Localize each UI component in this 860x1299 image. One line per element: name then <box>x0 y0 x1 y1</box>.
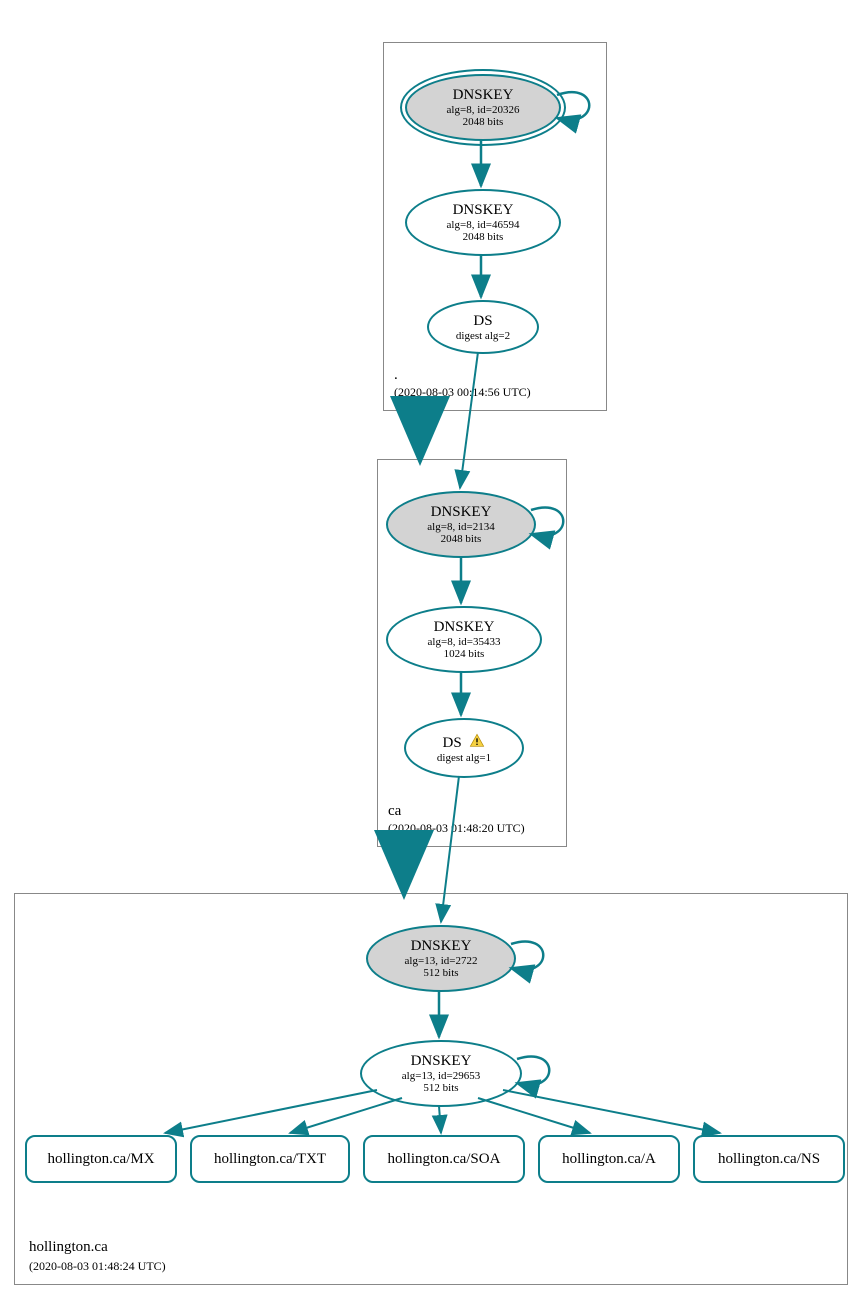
zone-leaf-time: (2020-08-03 01:48:24 UTC) <box>29 1259 166 1274</box>
node-line1: alg=8, id=46594 <box>447 219 520 231</box>
zone-leaf-label: hollington.ca <box>29 1239 108 1256</box>
warning-icon <box>469 733 485 749</box>
zone-ca-label: ca <box>388 803 401 820</box>
node-title: DS <box>473 313 492 330</box>
node-line1: alg=13, id=29653 <box>402 1070 480 1082</box>
node-line1: alg=8, id=20326 <box>447 104 520 116</box>
zone-root-time: (2020-08-03 00:14:56 UTC) <box>394 385 531 400</box>
node-line1: alg=8, id=2134 <box>427 521 494 533</box>
node-leaf-ksk: DNSKEY alg=13, id=2722 512 bits <box>366 925 516 992</box>
node-line1: alg=8, id=35433 <box>428 636 501 648</box>
node-line2: 2048 bits <box>463 116 504 128</box>
record-soa: hollington.ca/SOA <box>363 1135 525 1183</box>
node-line1: alg=13, id=2722 <box>405 955 478 967</box>
node-line2: 512 bits <box>423 1082 458 1094</box>
node-title: DNSKEY <box>411 938 472 955</box>
record-a: hollington.ca/A <box>538 1135 680 1183</box>
node-title: DNSKEY <box>411 1053 472 1070</box>
node-title: DS <box>443 733 486 752</box>
zone-root-label: . <box>394 367 398 384</box>
record-txt: hollington.ca/TXT <box>190 1135 350 1183</box>
node-leaf-zsk: DNSKEY alg=13, id=29653 512 bits <box>360 1040 522 1107</box>
node-ca-ksk: DNSKEY alg=8, id=2134 2048 bits <box>386 491 536 558</box>
node-line2: 512 bits <box>423 967 458 979</box>
node-root-ds: DS digest alg=2 <box>427 300 539 354</box>
node-root-zsk: DNSKEY alg=8, id=46594 2048 bits <box>405 189 561 256</box>
node-root-ksk: DNSKEY alg=8, id=20326 2048 bits <box>405 74 561 141</box>
node-line1: digest alg=1 <box>437 752 491 764</box>
node-line2: 2048 bits <box>441 533 482 545</box>
record-mx: hollington.ca/MX <box>25 1135 177 1183</box>
node-title: DNSKEY <box>453 87 514 104</box>
node-title: DNSKEY <box>453 202 514 219</box>
node-line2: 2048 bits <box>463 231 504 243</box>
node-line2: 1024 bits <box>444 648 485 660</box>
node-line1: digest alg=2 <box>456 330 510 342</box>
node-ca-zsk: DNSKEY alg=8, id=35433 1024 bits <box>386 606 542 673</box>
record-ns: hollington.ca/NS <box>693 1135 845 1183</box>
node-ca-ds: DS digest alg=1 <box>404 718 524 778</box>
zone-ca-time: (2020-08-03 01:48:20 UTC) <box>388 821 525 836</box>
node-title: DNSKEY <box>431 504 492 521</box>
node-title: DNSKEY <box>434 619 495 636</box>
